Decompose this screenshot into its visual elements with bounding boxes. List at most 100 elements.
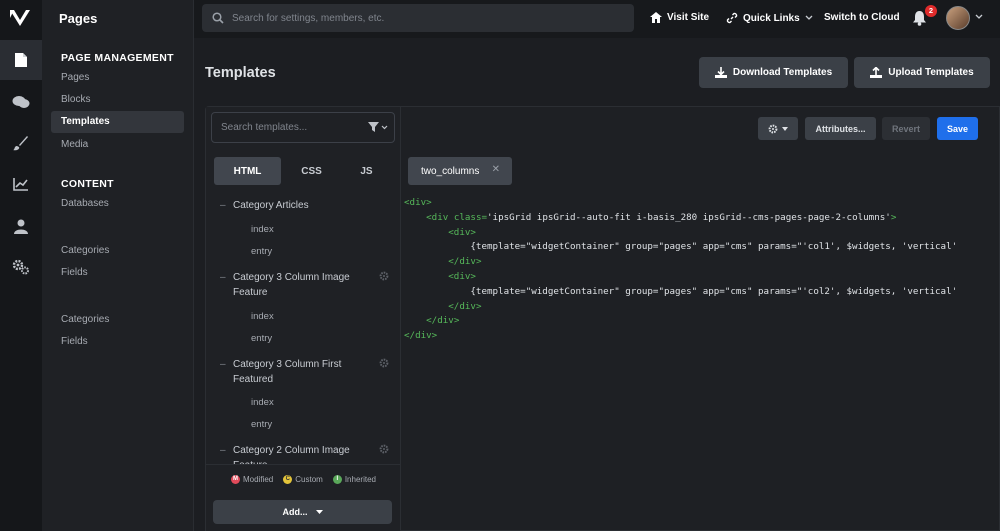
caret-down-icon xyxy=(782,126,788,131)
legend-modified: M Modified xyxy=(231,475,273,484)
gear-icon xyxy=(768,124,778,133)
code-editor-pane: Attributes... Revert Save two_columns ✕ … xyxy=(401,107,1000,531)
code-line[interactable]: <div> xyxy=(404,226,1000,241)
code-line[interactable]: {template="widgetContainer" group="pages… xyxy=(404,285,1000,300)
tree-group-label: Category 2 Column Image Feature xyxy=(233,445,350,465)
sidebar-item-fields-2[interactable]: Fields xyxy=(61,336,88,347)
legend-label: Inherited xyxy=(344,475,376,484)
quick-links-menu[interactable]: Quick Links xyxy=(726,12,813,24)
notification-badge: 2 xyxy=(925,5,937,17)
sidebar-item-blocks[interactable]: Blocks xyxy=(61,94,90,105)
open-file-name: two_columns xyxy=(421,165,480,177)
sidebar-heading-page-management: PAGE MANAGEMENT xyxy=(61,52,174,64)
template-search-input[interactable] xyxy=(221,122,361,133)
custom-dot-icon: C xyxy=(283,475,293,484)
add-template-label: Add... xyxy=(282,507,308,517)
chart-nav-icon[interactable] xyxy=(0,164,42,204)
tree-item-entry[interactable]: entry xyxy=(251,419,272,430)
close-icon[interactable]: ✕ xyxy=(492,164,500,175)
code-line[interactable]: <div> xyxy=(404,270,1000,285)
pages-nav-icon[interactable] xyxy=(0,40,42,80)
template-search[interactable] xyxy=(211,112,395,143)
members-nav-icon[interactable] xyxy=(0,206,42,246)
global-search[interactable] xyxy=(202,4,634,32)
app-root: Pages PAGE MANAGEMENT Pages Blocks Templ… xyxy=(0,0,1000,531)
quick-links-label: Quick Links xyxy=(743,12,800,24)
avatar[interactable] xyxy=(946,6,970,30)
tree-item-entry[interactable]: entry xyxy=(251,333,272,344)
tree-item-index[interactable]: index xyxy=(251,311,274,322)
save-button[interactable]: Save xyxy=(937,117,978,140)
sidebar-item-categories-2[interactable]: Categories xyxy=(61,314,109,325)
tree-group-label: Category 3 Column Image Feature xyxy=(233,272,350,298)
code-line[interactable]: </div> xyxy=(404,255,1000,270)
settings-nav-icon[interactable] xyxy=(0,247,42,287)
template-browser: HTML CSS JS –Category Articles index ent… xyxy=(206,107,401,531)
legend-label: Modified xyxy=(243,475,274,484)
global-search-input[interactable] xyxy=(232,12,612,24)
link-icon xyxy=(726,12,738,24)
template-tree: – Category Articles index entry – Category… xyxy=(206,195,401,465)
sidebar-item-categories[interactable]: Categories xyxy=(61,245,109,256)
attributes-button[interactable]: Attributes... xyxy=(805,117,876,140)
visit-site-link[interactable]: Visit Site xyxy=(650,12,709,23)
tree-item-entry[interactable]: entry xyxy=(251,246,272,257)
modified-dot-icon: M xyxy=(231,475,241,484)
top-bar: Visit Site Quick Links Switch to Cloud 2 xyxy=(194,0,1000,38)
legend-custom: C Custom xyxy=(283,475,323,484)
sidebar-title: Pages xyxy=(59,11,98,26)
tree-group-label: Category 3 Column First Featured xyxy=(233,359,342,385)
tree-item-index[interactable]: index xyxy=(251,397,274,408)
chevron-down-icon xyxy=(805,15,813,20)
sidebar-heading-content: CONTENT xyxy=(61,178,114,190)
tree-group-category-3-column-first-featured[interactable]: – Category 3 Column First Featured xyxy=(220,357,368,387)
switch-to-cloud-link[interactable]: Switch to Cloud xyxy=(824,12,900,23)
sidebar-item-pages[interactable]: Pages xyxy=(61,72,89,83)
filter-icon[interactable] xyxy=(368,122,388,133)
legend-label: Custom xyxy=(295,475,323,484)
brush-nav-icon[interactable] xyxy=(0,123,42,163)
gear-icon[interactable] xyxy=(379,444,389,454)
add-template-button[interactable]: Add... xyxy=(213,500,392,524)
sidebar: Pages PAGE MANAGEMENT Pages Blocks Templ… xyxy=(42,0,194,531)
upload-templates-button[interactable]: Upload Templates xyxy=(854,57,990,88)
code-line[interactable]: </div> xyxy=(404,314,1000,329)
code-area[interactable]: <div> <div class='ipsGrid ipsGrid--auto-… xyxy=(404,196,1000,344)
search-icon xyxy=(212,12,224,24)
upload-icon xyxy=(870,66,883,78)
download-templates-button[interactable]: Download Templates xyxy=(699,57,848,88)
logo-icon[interactable] xyxy=(8,8,32,28)
upload-templates-label: Upload Templates xyxy=(888,67,974,78)
code-line[interactable]: <div> xyxy=(404,196,1000,211)
open-file-tab[interactable]: two_columns ✕ xyxy=(408,157,512,185)
visit-site-label: Visit Site xyxy=(667,12,710,23)
code-line[interactable]: </div> xyxy=(404,300,1000,315)
template-editor: HTML CSS JS –Category Articles index ent… xyxy=(205,106,1000,531)
sidebar-item-databases[interactable]: Databases xyxy=(61,198,109,209)
status-legend: M Modified C Custom I Inherited xyxy=(206,464,401,494)
tab-js[interactable]: JS xyxy=(333,157,400,185)
settings-dropdown-button[interactable] xyxy=(758,117,798,140)
icon-rail xyxy=(0,0,42,531)
gear-icon[interactable] xyxy=(379,271,389,281)
code-line[interactable]: {template="widgetContainer" group="pages… xyxy=(404,240,1000,255)
chevron-down-icon[interactable] xyxy=(975,14,983,20)
download-templates-label: Download Templates xyxy=(732,67,833,78)
legend-inherited: I Inherited xyxy=(332,475,376,484)
code-line[interactable]: </div> xyxy=(404,329,1000,344)
comments-nav-icon[interactable] xyxy=(0,82,42,122)
tree-group-category-2-column-image-feature[interactable]: –Category 2 Column Image Feature xyxy=(220,443,368,465)
revert-button[interactable]: Revert xyxy=(882,117,930,140)
tab-html[interactable]: HTML xyxy=(214,157,281,185)
code-line[interactable]: <div class='ipsGrid ipsGrid--auto-fit i-… xyxy=(404,211,1000,226)
sidebar-item-templates[interactable]: Templates xyxy=(51,111,184,133)
tree-item-index[interactable]: index xyxy=(251,224,274,235)
tree-group-category-articles[interactable]: – Category Articles xyxy=(220,198,368,213)
sidebar-item-media[interactable]: Media xyxy=(61,139,88,150)
tree-group-category-3-column-image-feature[interactable]: – Category 3 Column Image Feature xyxy=(220,270,368,300)
page-title: Templates xyxy=(205,65,276,81)
tree-group-label: Category Articles xyxy=(233,200,309,211)
download-icon xyxy=(714,66,727,78)
gear-icon[interactable] xyxy=(379,358,389,368)
sidebar-item-fields[interactable]: Fields xyxy=(61,267,88,278)
